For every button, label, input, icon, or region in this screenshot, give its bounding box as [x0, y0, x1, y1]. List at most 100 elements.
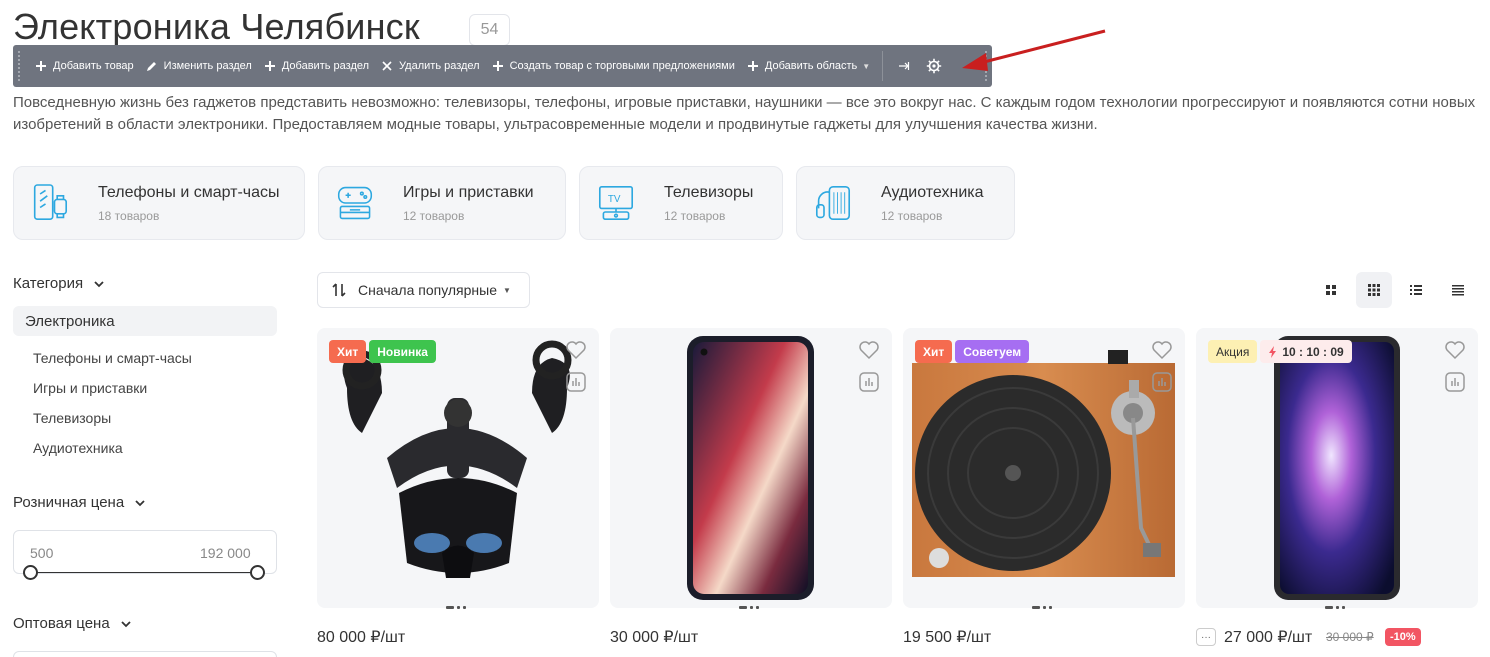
hit-badge: Хит	[329, 340, 367, 363]
toolbar-drag-handle[interactable]	[17, 50, 21, 82]
product-image-turntable[interactable]	[903, 328, 1185, 608]
retail-price-filter-toggle[interactable]: Розничная цена	[13, 494, 146, 511]
create-product-offers-label: Создать товар с торговыми предложениями	[509, 60, 735, 72]
add-section-button[interactable]: Добавить раздел	[258, 45, 375, 87]
timer-value: 10 : 10 : 09	[1282, 344, 1344, 359]
product-price: 30 000 ₽/шт	[610, 629, 699, 646]
product-count-badge: 54	[469, 14, 510, 46]
smartphone-image	[687, 336, 814, 600]
sidebar-item-electronics[interactable]: Электроника	[13, 306, 277, 336]
retail-price-label: Розничная цена	[13, 494, 125, 511]
close-icon	[382, 61, 392, 71]
discount-badge: -10%	[1385, 628, 1421, 646]
image-pager-dots[interactable]	[446, 606, 466, 610]
plus-icon	[36, 61, 46, 71]
category-card-phones[interactable]: Телефоны и смарт-часы 18 товаров	[13, 166, 305, 240]
settings-button[interactable]	[919, 45, 949, 87]
add-section-label: Добавить раздел	[281, 60, 370, 72]
heart-icon[interactable]	[1151, 340, 1173, 360]
sidebar-item-phones[interactable]: Телефоны и смарт-часы	[33, 350, 192, 366]
image-pager-dots[interactable]	[739, 606, 759, 610]
compare-icon[interactable]	[566, 372, 586, 392]
delete-section-button[interactable]: Удалить раздел	[375, 45, 486, 87]
category-filter-label: Категория	[13, 275, 84, 292]
phone-watch-icon	[32, 181, 68, 225]
heart-icon[interactable]	[858, 340, 880, 360]
product-image-vr[interactable]	[317, 328, 599, 608]
annotation-arrow-icon	[962, 29, 1106, 71]
table-view-icon	[1452, 285, 1464, 296]
plus-icon	[492, 61, 503, 71]
category-card-games[interactable]: Игры и приставки 12 товаров	[318, 166, 566, 240]
category-filter-toggle[interactable]: Категория	[13, 275, 105, 292]
toolbar-divider	[882, 51, 884, 81]
chevron-down-icon: ▼	[503, 285, 511, 295]
price-slider-min-handle[interactable]	[23, 565, 38, 580]
category-card-audio[interactable]: Аудиотехника 12 товаров	[796, 166, 1015, 240]
category-count: 18 товаров	[98, 208, 160, 223]
new-badge: Новинка	[369, 340, 436, 363]
wholesale-price-box[interactable]	[13, 651, 277, 657]
turntable-image	[912, 350, 1175, 577]
category-name: Игры и приставки	[403, 183, 534, 201]
add-product-label: Добавить товар	[53, 60, 134, 72]
image-pager-dots[interactable]	[1032, 606, 1052, 610]
heart-icon[interactable]	[1444, 340, 1466, 360]
sort-label: Сначала популярные	[358, 282, 498, 298]
view-grid-large-button[interactable]	[1313, 272, 1349, 308]
product-price: 80 000 ₽/шт	[317, 629, 406, 646]
pencil-icon	[146, 62, 156, 71]
category-name: Аудиотехника	[881, 183, 984, 201]
price-max-input[interactable]: 192 000	[200, 545, 251, 561]
image-pager-dots[interactable]	[1325, 606, 1345, 610]
price-slider-max-handle[interactable]	[250, 565, 265, 580]
sale-badge: Акция	[1208, 340, 1258, 363]
category-card-tv[interactable]: TV Телевизоры 12 товаров	[579, 166, 783, 240]
price-slider-track[interactable]	[31, 572, 258, 573]
product-price: 27 000 ₽/шт	[1224, 629, 1313, 646]
heart-icon[interactable]	[565, 340, 587, 360]
category-name: Телевизоры	[664, 183, 754, 201]
delete-section-label: Удалить раздел	[399, 60, 480, 72]
plus-icon	[264, 61, 275, 71]
wholesale-price-filter-toggle[interactable]: Оптовая цена	[13, 615, 132, 632]
compare-icon[interactable]	[1152, 372, 1172, 392]
product-image-phone-sale[interactable]	[1196, 328, 1478, 608]
pin-toolbar-button[interactable]	[889, 45, 919, 87]
compare-icon[interactable]	[1445, 372, 1465, 392]
view-table-button[interactable]	[1440, 272, 1476, 308]
add-product-button[interactable]: Добавить товар	[29, 45, 140, 87]
chevron-down-icon	[121, 620, 131, 627]
section-description: Повседневную жизнь без гаджетов представ…	[13, 94, 1476, 133]
more-options-button[interactable]: ···	[1196, 628, 1216, 646]
add-area-label: Добавить область	[764, 60, 858, 72]
timer-badge: 10 : 10 : 09	[1260, 340, 1352, 363]
price-min-input[interactable]: 500	[30, 545, 53, 561]
edit-section-label: Изменить раздел	[163, 60, 252, 72]
smartphone-image	[1274, 336, 1400, 600]
chevron-down-icon	[135, 499, 145, 506]
chevron-down-icon: ▼	[862, 61, 871, 71]
sidebar-item-tv[interactable]: Телевизоры	[33, 410, 111, 426]
list-icon	[1410, 285, 1422, 295]
product-price: 19 500 ₽/шт	[903, 629, 992, 646]
view-grid-small-button[interactable]	[1356, 272, 1392, 308]
chevron-down-icon	[94, 280, 104, 287]
recommended-badge: Советуем	[955, 340, 1030, 363]
gamepad-icon	[337, 181, 373, 225]
add-area-button[interactable]: Добавить область ▼	[741, 45, 876, 87]
view-list-button[interactable]	[1398, 272, 1434, 308]
sort-icon	[332, 283, 346, 297]
headphones-icon	[815, 181, 851, 225]
hit-badge: Хит	[915, 340, 953, 363]
product-badges: Хит Советуем	[915, 340, 1030, 363]
sort-dropdown[interactable]: Сначала популярные ▼	[317, 272, 530, 308]
product-image-phone[interactable]	[610, 328, 892, 608]
edit-section-button[interactable]: Изменить раздел	[140, 45, 258, 87]
sidebar-item-games[interactable]: Игры и приставки	[33, 380, 147, 396]
category-count: 12 товаров	[881, 208, 943, 223]
vr-headset-image	[342, 340, 572, 578]
create-product-offers-button[interactable]: Создать товар с торговыми предложениями	[486, 45, 741, 87]
compare-icon[interactable]	[859, 372, 879, 392]
sidebar-item-audio[interactable]: Аудиотехника	[33, 440, 123, 456]
